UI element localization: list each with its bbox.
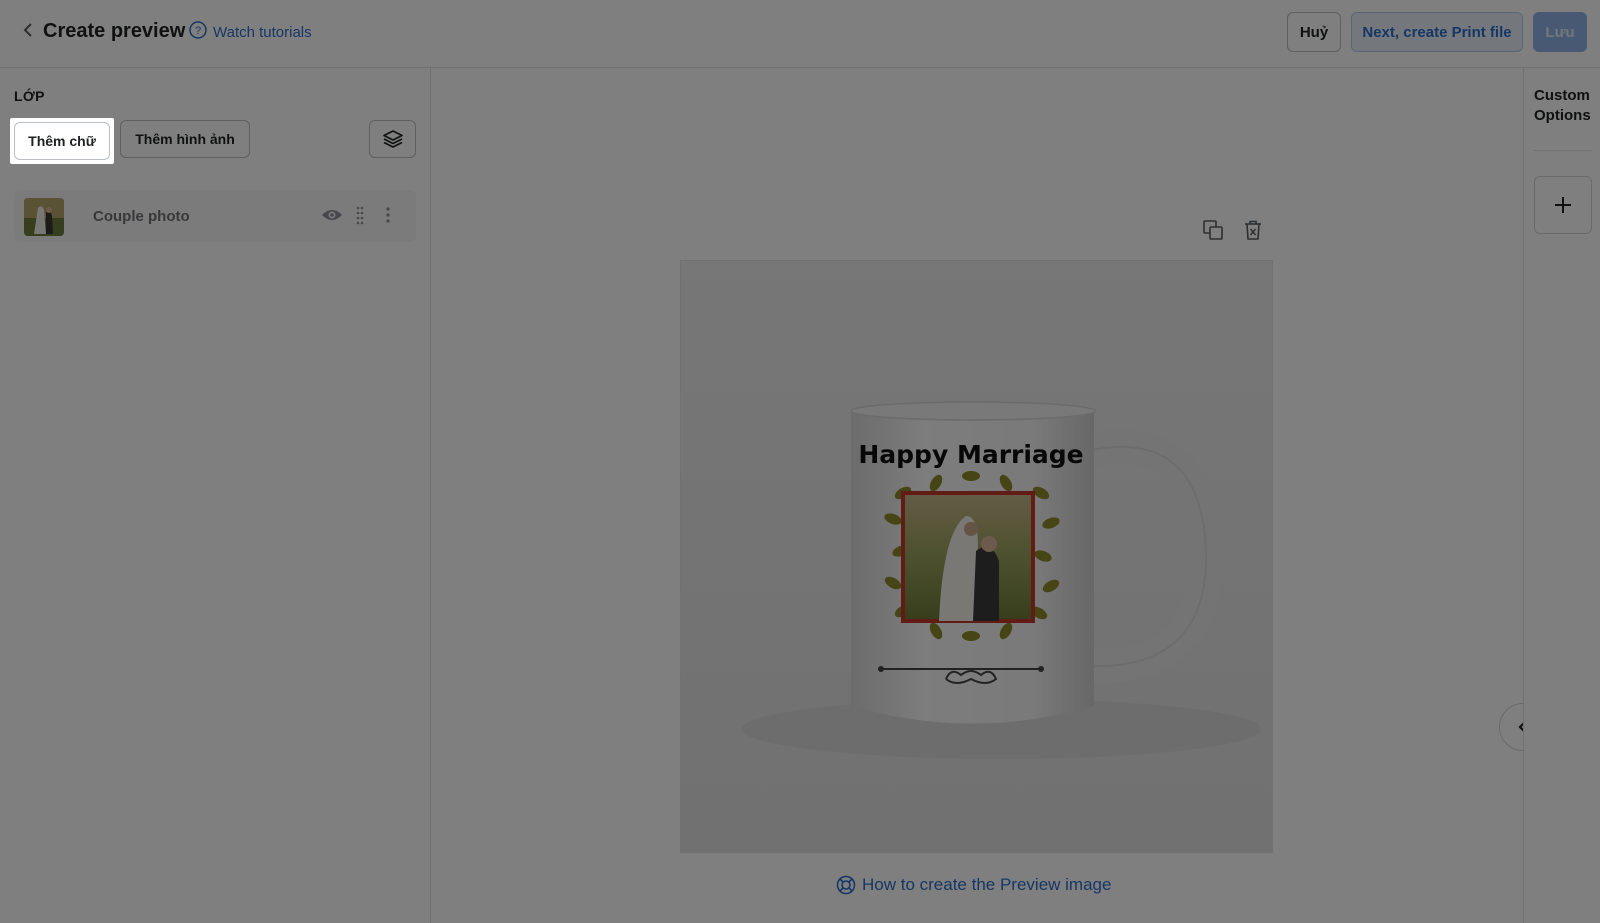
layers-heading: LỚP	[14, 88, 45, 104]
mug-title-text: Happy Marriage	[858, 440, 1083, 469]
eye-icon[interactable]	[321, 206, 343, 224]
add-custom-option-button[interactable]	[1534, 176, 1592, 234]
plus-icon	[1555, 197, 1571, 213]
delete-icon[interactable]	[1242, 219, 1264, 241]
question-circle-icon[interactable]: ?	[189, 21, 207, 39]
top-bar: Create preview ? Watch tutorials Huỷ Nex…	[0, 0, 1600, 68]
divider	[1534, 150, 1592, 151]
cancel-button[interactable]: Huỷ	[1287, 12, 1341, 52]
highlighted-add-text-button[interactable]: Thêm chữ	[14, 122, 110, 160]
watch-tutorials-link[interactable]: Watch tutorials	[213, 24, 312, 41]
svg-text:?: ?	[195, 25, 201, 37]
custom-options-label: Custom Options	[1534, 87, 1591, 124]
drag-handle-icon[interactable]	[354, 204, 366, 226]
save-button[interactable]: Lưu	[1533, 12, 1587, 52]
duplicate-icon[interactable]	[1202, 219, 1224, 241]
preview-help-link[interactable]: How to create the Preview image	[836, 875, 1111, 895]
preview-help-text: How to create the Preview image	[862, 875, 1112, 894]
layer-name: Couple photo	[93, 208, 190, 225]
layer-item[interactable]: Couple photo	[14, 190, 416, 242]
mug-preview-image: Happy Marriage	[681, 261, 1272, 852]
next-create-print-file-button[interactable]: Next, create Print file	[1351, 12, 1523, 52]
add-image-button[interactable]: Thêm hình ảnh	[120, 120, 250, 158]
more-vertical-icon[interactable]	[384, 204, 392, 226]
custom-options-panel: Custom Options	[1523, 68, 1600, 923]
preview-canvas[interactable]: Happy Marriage	[680, 260, 1273, 853]
layers-icon[interactable]	[369, 120, 416, 158]
layer-thumbnail	[24, 198, 64, 236]
back-arrow-icon[interactable]	[18, 20, 38, 40]
layers-panel: LỚP Thêm chữ Thêm hình ảnh Couple photo	[0, 68, 431, 923]
page-title: Create preview	[43, 20, 186, 42]
lifebuoy-icon	[836, 875, 856, 895]
